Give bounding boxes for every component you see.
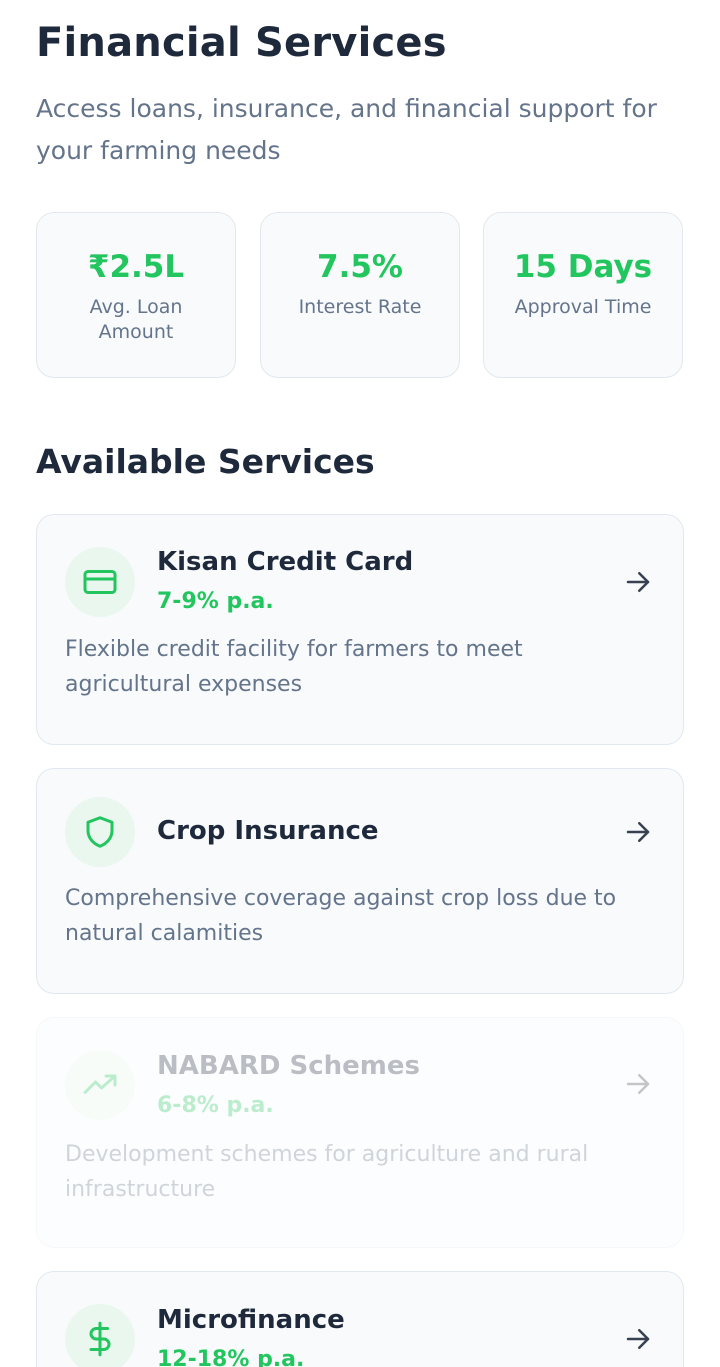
service-rate: 7-9% p.a. <box>157 589 274 614</box>
service-icon-badge <box>65 797 135 867</box>
service-description: Flexible credit facility for farmers to … <box>65 637 523 697</box>
service-name: NABARD Schemes <box>157 1051 420 1081</box>
service-icon-badge <box>65 1304 135 1367</box>
service-card-nabard-schemes: NABARD Schemes 6-8% p.a. Development sch… <box>36 1017 684 1248</box>
stat-card-interest-rate: 7.5% Interest Rate <box>260 212 460 378</box>
stats-row: ₹2.5L Avg. Loan Amount 7.5% Interest Rat… <box>36 212 684 380</box>
stat-label: Approval Time <box>514 296 652 318</box>
dollar-sign-icon <box>89 1321 111 1357</box>
arrow-right-icon[interactable] <box>623 567 653 597</box>
service-rate: 6-8% p.a. <box>157 1093 274 1118</box>
service-name: Kisan Credit Card <box>157 547 414 577</box>
section-title: Available Services <box>36 442 375 481</box>
stat-card-avg-loan: ₹2.5L Avg. Loan Amount <box>36 212 236 378</box>
credit-card-icon <box>83 570 117 594</box>
page-title: Financial Services <box>36 20 447 66</box>
stat-label: Avg. Loan Amount <box>89 296 183 343</box>
service-card-microfinance[interactable]: Microfinance 12-18% p.a. <box>36 1271 684 1367</box>
stat-value: ₹2.5L <box>87 249 185 285</box>
stat-card-approval-time: 15 Days Approval Time <box>483 212 683 378</box>
service-description: Development schemes for agriculture and … <box>65 1142 589 1202</box>
service-card-crop-insurance[interactable]: Crop Insurance Comprehensive coverage ag… <box>36 768 684 994</box>
stat-label: Interest Rate <box>298 296 422 318</box>
service-name: Crop Insurance <box>157 816 379 846</box>
service-icon-badge <box>65 1050 135 1120</box>
stat-value: 7.5% <box>317 249 403 285</box>
trending-up-icon <box>83 1074 117 1094</box>
arrow-right-icon <box>626 1074 650 1094</box>
stat-value: 15 Days <box>513 249 653 285</box>
service-rate: 12-18% p.a. <box>157 1347 305 1367</box>
arrow-right-icon[interactable] <box>623 817 653 847</box>
service-description: Comprehensive coverage against crop loss… <box>65 886 617 946</box>
page-subtitle: Access loans, insurance, and financial s… <box>36 94 657 165</box>
service-name: Microfinance <box>157 1305 345 1335</box>
shield-icon <box>86 816 114 848</box>
arrow-right-icon[interactable] <box>623 1324 653 1354</box>
service-icon-badge <box>65 547 135 617</box>
service-card-kisan-credit-card[interactable]: Kisan Credit Card 7-9% p.a. Flexible cre… <box>36 514 684 745</box>
